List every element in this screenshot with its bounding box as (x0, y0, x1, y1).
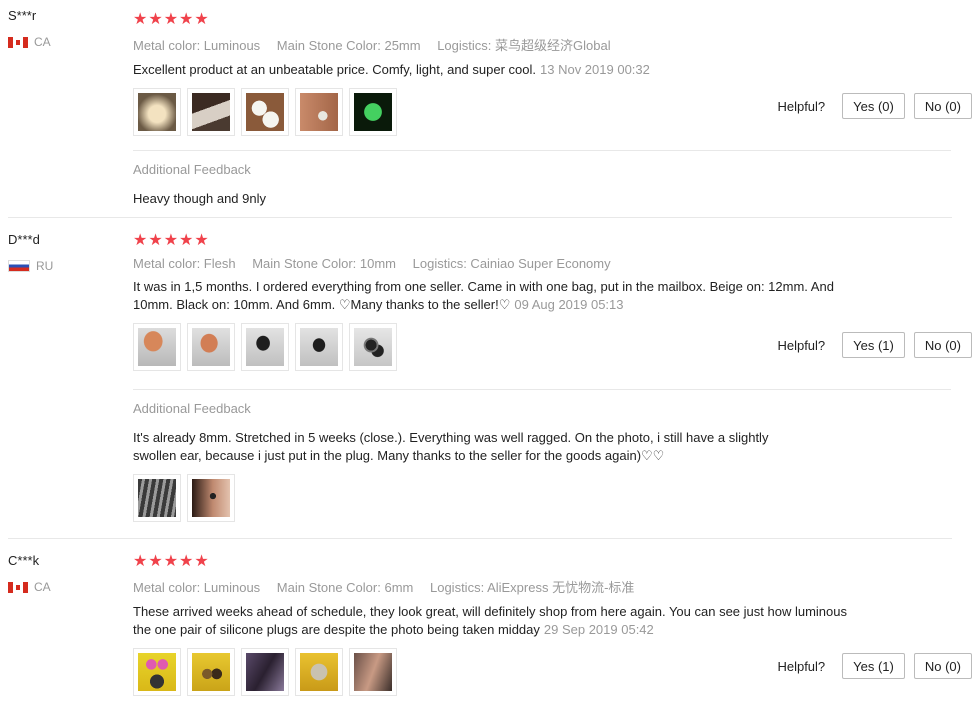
helpful-no-button[interactable]: No (0) (913, 653, 972, 679)
additional-feedback-label: Additional Feedback (133, 162, 251, 177)
review-date: 09 Aug 2019 05:13 (514, 297, 624, 312)
reviewer-info: D***d RU (8, 232, 53, 273)
reviewer-country: CA (8, 580, 51, 594)
review-photo[interactable] (241, 648, 289, 696)
reviewer-name: D***d (8, 232, 40, 247)
review-photo[interactable] (241, 88, 289, 136)
reviewer-info: S***r CA (8, 8, 51, 49)
helpful-label: Helpful? (777, 98, 826, 114)
review-photo[interactable] (187, 474, 235, 522)
divider (133, 150, 951, 151)
helpful-votes: Helpful? Yes (1) No (0) (777, 332, 972, 358)
helpful-yes-button[interactable]: Yes (0) (842, 93, 905, 119)
review-photo[interactable] (187, 323, 235, 371)
helpful-label: Helpful? (777, 658, 826, 674)
reviewer-info: C***k CA (8, 553, 51, 594)
helpful-votes: Helpful? Yes (0) No (0) (777, 93, 972, 119)
review-date: 29 Sep 2019 05:42 (543, 622, 654, 637)
review-content: Excellent product at an unbeatable price… (133, 62, 536, 77)
review-photo[interactable] (241, 323, 289, 371)
star-rating: ★★★★★ (133, 11, 210, 28)
logistics: Logistics: AliExpress 无忧物流-标准 (429, 580, 635, 595)
review-photo[interactable] (349, 648, 397, 696)
review-text: These arrived weeks ahead of schedule, t… (133, 603, 863, 639)
review-photo[interactable] (133, 323, 181, 371)
review-date: 13 Nov 2019 00:32 (540, 62, 650, 77)
review-content: It was in 1,5 months. I ordered everythi… (133, 279, 834, 312)
metal-color: Metal color: Flesh (133, 256, 236, 271)
star-rating: ★★★★★ (133, 232, 210, 249)
product-attributes: Metal color: Luminous Main Stone Color: … (133, 577, 951, 596)
review-photo[interactable] (187, 88, 235, 136)
stone-color: Main Stone Color: 6mm (276, 580, 414, 595)
canada-flag-icon (8, 581, 28, 593)
country-code: RU (36, 259, 54, 273)
review-text: It was in 1,5 months. I ordered everythi… (133, 278, 863, 314)
helpful-yes-button[interactable]: Yes (1) (842, 653, 905, 679)
reviewer-country: RU (8, 259, 53, 273)
helpful-yes-button[interactable]: Yes (1) (842, 332, 905, 358)
review-separator (8, 538, 952, 539)
divider (133, 389, 951, 390)
additional-photos (133, 474, 235, 522)
helpful-votes: Helpful? Yes (1) No (0) (777, 653, 972, 679)
star-rating: ★★★★★ (133, 553, 210, 570)
review-photo[interactable] (295, 323, 343, 371)
helpful-no-button[interactable]: No (0) (913, 93, 972, 119)
product-attributes: Metal color: Flesh Main Stone Color: 10m… (133, 256, 951, 271)
additional-feedback-label: Additional Feedback (133, 401, 251, 416)
stone-color: Main Stone Color: 25mm (276, 38, 421, 53)
helpful-no-button[interactable]: No (0) (913, 332, 972, 358)
russia-flag-icon (8, 260, 30, 272)
review-photo[interactable] (349, 88, 397, 136)
country-code: CA (34, 580, 51, 594)
review-separator (8, 217, 952, 218)
canada-flag-icon (8, 36, 28, 48)
review-photo[interactable] (187, 648, 235, 696)
reviewer-name: S***r (8, 8, 37, 23)
review-photo[interactable] (295, 88, 343, 136)
additional-feedback-text: It's already 8mm. Stretched in 5 weeks (… (133, 430, 769, 463)
logistics: Logistics: Cainiao Super Economy (412, 256, 611, 271)
helpful-label: Helpful? (777, 337, 826, 353)
review-photo[interactable] (133, 648, 181, 696)
reviewer-name: C***k (8, 553, 40, 568)
review-photo[interactable] (133, 88, 181, 136)
metal-color: Metal color: Luminous (133, 580, 261, 595)
stone-color: Main Stone Color: 10mm (252, 256, 396, 271)
reviewer-country: CA (8, 35, 51, 49)
country-code: CA (34, 35, 51, 49)
logistics: Logistics: 菜鸟超级经济Global (437, 38, 611, 53)
review-content: These arrived weeks ahead of schedule, t… (133, 604, 847, 637)
review-photo[interactable] (349, 323, 397, 371)
review-photo[interactable] (295, 648, 343, 696)
additional-feedback-text: Heavy though and 9nly (133, 191, 266, 206)
review-photo[interactable] (133, 474, 181, 522)
metal-color: Metal color: Luminous (133, 38, 261, 53)
product-attributes: Metal color: Luminous Main Stone Color: … (133, 35, 951, 54)
review-text: Excellent product at an unbeatable price… (133, 61, 863, 79)
